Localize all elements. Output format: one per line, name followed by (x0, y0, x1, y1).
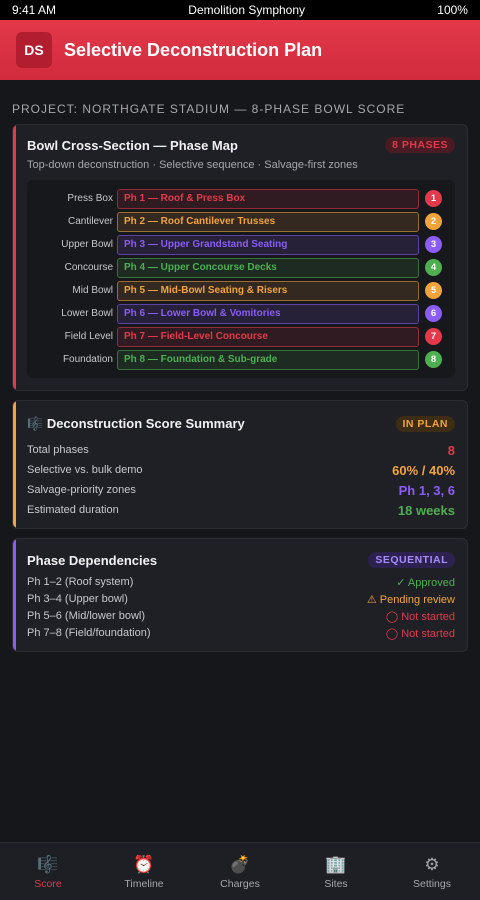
phase-bar[interactable]: Ph 5 — Mid-Bowl Seating & Risers (117, 280, 419, 301)
phase-bar[interactable]: Ph 6 — Lower Bowl & Vomitories (117, 303, 419, 324)
summary-key: Estimated duration (27, 504, 119, 516)
phase-bar[interactable]: Ph 8 — Foundation & Sub-grade (117, 349, 419, 370)
timeline-icon: ⏰ (133, 854, 155, 874)
phase-row[interactable]: Cantilever Ph 2 — Roof Cantilever Trusses… (27, 211, 447, 232)
zone-label: Upper Bowl (61, 239, 113, 250)
app-header: DS Selective Deconstruction Plan (0, 20, 480, 80)
nav-label: Score (34, 877, 62, 890)
dependency-status: ◯ Not started (385, 610, 455, 623)
project-label: PROJECT: NORTHGATE STADIUM — 8-PHASE BOW… (12, 102, 406, 116)
score-summary-card: 🎼 Deconstruction Score Summary IN PLAN T… (12, 400, 468, 529)
phase-bar[interactable]: Ph 2 — Roof Cantilever Trusses (117, 211, 419, 232)
nav-label: Charges (220, 877, 260, 890)
nav-item-charges[interactable]: 💣 Charges (192, 843, 288, 900)
card-accent (13, 125, 16, 390)
dependencies-card: Phase Dependencies SEQUENTIAL Ph 1–2 (Ro… (12, 538, 468, 652)
summary-value: 60% / 40% (392, 462, 455, 478)
dependency-status: ⚠ Pending review (366, 593, 455, 606)
zone-label: Field Level (64, 331, 113, 342)
dependency-phase: Ph 1–2 (Roof system) (27, 576, 134, 588)
phase-bar[interactable]: Ph 3 — Upper Grandstand Seating (117, 234, 419, 255)
summary-key: Salvage-priority zones (27, 484, 136, 496)
zone-label: Lower Bowl (61, 308, 113, 319)
score-summary-title-text: Deconstruction Score Summary (46, 416, 245, 431)
summary-row: Selective vs. bulk demo 60% / 40% (27, 462, 455, 478)
dependency-phase: Ph 7–8 (Field/foundation) (27, 627, 151, 639)
phase-number-badge: 6 (425, 305, 442, 322)
phase-number-badge: 5 (425, 282, 442, 299)
nav-item-settings[interactable]: ⚙ Settings (384, 843, 480, 900)
app-logo[interactable]: DS (16, 32, 52, 68)
phase-number-badge: 7 (425, 328, 442, 345)
phase-row[interactable]: Field Level Ph 7 — Field-Level Concourse 7 (27, 326, 447, 347)
dependency-row: Ph 5–6 (Mid/lower bowl) ◯ Not started (27, 610, 455, 623)
phase-row[interactable]: Press Box Ph 1 — Roof & Press Box 1 (27, 188, 447, 209)
plan-status-badge: IN PLAN (395, 416, 455, 432)
nav-label: Settings (413, 877, 451, 890)
zone-label: Concourse (64, 262, 113, 273)
dependency-row: Ph 1–2 (Roof system) ✓ Approved (27, 576, 455, 589)
dependency-phase: Ph 5–6 (Mid/lower bowl) (27, 610, 145, 622)
score-summary-title: 🎼 Deconstruction Score Summary (27, 416, 245, 432)
app-title: Selective Deconstruction Plan (64, 39, 323, 60)
zone-label: Cantilever (67, 216, 113, 227)
sequence-badge: SEQUENTIAL (368, 552, 455, 568)
summary-row: Total phases 8 (27, 442, 455, 458)
settings-icon: ⚙ (424, 854, 440, 874)
nav-item-timeline[interactable]: ⏰ Timeline (96, 843, 192, 900)
dependency-row: Ph 3–4 (Upper bowl) ⚠ Pending review (27, 593, 455, 606)
summary-value: 8 (447, 442, 455, 458)
summary-key: Selective vs. bulk demo (27, 464, 143, 476)
summary-row: Estimated duration 18 weeks (27, 502, 455, 518)
status-bar: 9:41 AM Demolition Symphony 100% (0, 0, 480, 20)
dependency-phase: Ph 3–4 (Upper bowl) (27, 593, 128, 605)
phase-number-badge: 1 (425, 190, 442, 207)
dependency-status: ◯ Not started (385, 627, 455, 640)
dependency-rows: Ph 1–2 (Roof system) ✓ Approved Ph 3–4 (Up… (27, 576, 455, 640)
nav-item-score[interactable]: 🎼 Score (0, 843, 96, 900)
zone-label: Foundation (62, 354, 113, 365)
phase-row[interactable]: Lower Bowl Ph 6 — Lower Bowl & Vomitories… (27, 303, 447, 324)
phase-row[interactable]: Upper Bowl Ph 3 — Upper Grandstand Seatin… (27, 234, 447, 255)
dependency-row: Ph 7–8 (Field/foundation) ◯ Not started (27, 627, 455, 640)
phase-bar[interactable]: Ph 4 — Upper Concourse Decks (117, 257, 419, 278)
dependency-status: ✓ Approved (396, 576, 455, 589)
summary-value: Ph 1, 3, 6 (398, 482, 455, 498)
phase-count-badge: 8 PHASES (385, 137, 455, 153)
sites-icon: 🏢 (325, 854, 347, 874)
phase-map-subtitle: Top-down deconstruction · Selective sequ… (27, 159, 358, 171)
dependencies-title: Phase Dependencies (27, 552, 158, 568)
summary-value: 18 weeks (397, 502, 455, 518)
card-accent (13, 539, 16, 651)
card-accent (13, 401, 16, 528)
nav-label: Sites (324, 877, 348, 890)
score-summary-rows: Total phases 8 Selective vs. bulk demo 60% … (27, 442, 455, 518)
status-battery: 100% (437, 3, 468, 17)
phase-number-badge: 4 (425, 259, 442, 276)
phase-row[interactable]: Mid Bowl Ph 5 — Mid-Bowl Seating & Risers… (27, 280, 447, 301)
phase-number-badge: 2 (425, 213, 442, 230)
phase-map-title: Bowl Cross-Section — Phase Map (27, 137, 238, 153)
nav-label: Timeline (124, 877, 164, 890)
phase-row[interactable]: Foundation Ph 8 — Foundation & Sub-grade 8 (27, 349, 447, 370)
phase-bar[interactable]: Ph 1 — Roof & Press Box (117, 188, 419, 209)
summary-row: Salvage-priority zones Ph 1, 3, 6 (27, 482, 455, 498)
phase-map-card: Bowl Cross-Section — Phase Map 8 PHASES … (12, 124, 468, 391)
charges-icon: 💣 (229, 854, 251, 874)
bottom-nav: 🎼 Score ⏰ Timeline 💣 Charges 🏢 Sites ⚙ Settings (0, 842, 480, 900)
phase-bar[interactable]: Ph 7 — Field-Level Concourse (117, 326, 419, 347)
summary-key: Total phases (27, 444, 89, 456)
status-app-name: Demolition Symphony (188, 3, 306, 17)
phase-map: Press Box Ph 1 — Roof & Press Box 1 Cantile… (27, 180, 455, 378)
score-icon: 🎼 (27, 416, 44, 431)
zone-label: Press Box (67, 193, 113, 204)
zone-label: Mid Bowl (72, 285, 113, 296)
phase-number-badge: 3 (425, 236, 442, 253)
score-icon: 🎼 (37, 854, 59, 874)
status-time: 9:41 AM (12, 3, 57, 17)
phase-number-badge: 8 (425, 351, 442, 368)
phase-row[interactable]: Concourse Ph 4 — Upper Concourse Decks 4 (27, 257, 447, 278)
nav-item-sites[interactable]: 🏢 Sites (288, 843, 384, 900)
